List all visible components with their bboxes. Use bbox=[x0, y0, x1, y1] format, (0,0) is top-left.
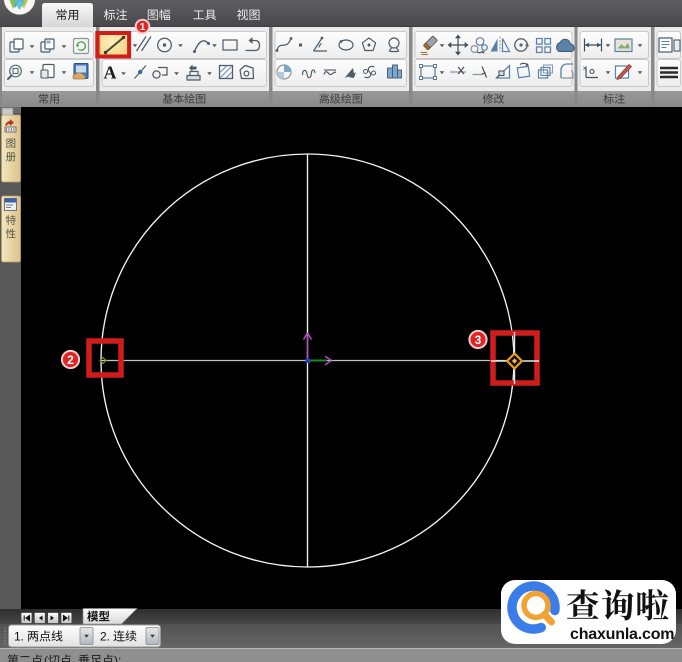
svg-text:1: 1 bbox=[140, 22, 146, 33]
svg-text:3: 3 bbox=[475, 333, 482, 347]
svg-text:):: ): bbox=[114, 654, 121, 662]
svg-text:chaxunla.com: chaxunla.com bbox=[570, 626, 674, 643]
svg-text:2.: 2. bbox=[100, 630, 110, 644]
svg-text:2: 2 bbox=[67, 353, 74, 367]
svg-text:(: ( bbox=[44, 654, 48, 662]
svg-text:,: , bbox=[72, 654, 75, 662]
svg-text:x: x bbox=[583, 66, 586, 72]
svg-text:1.: 1. bbox=[14, 630, 24, 644]
svg-text:A: A bbox=[104, 63, 117, 83]
